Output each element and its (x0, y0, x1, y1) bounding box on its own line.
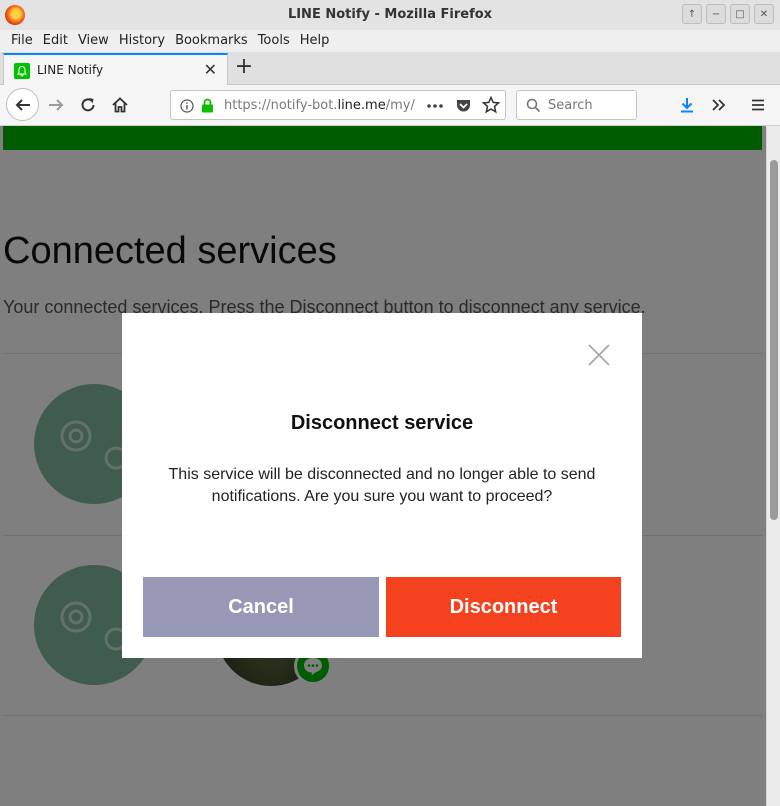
bookmark-star-icon[interactable] (482, 96, 500, 114)
overflow-menu-button[interactable] (707, 93, 731, 117)
tab-label: LINE Notify (37, 63, 104, 77)
menu-history[interactable]: History (114, 30, 170, 52)
search-icon (526, 98, 541, 113)
window-close-button[interactable]: ✕ (754, 4, 774, 24)
page-scrollbar[interactable] (766, 126, 780, 806)
tab-strip: LINE Notify ✕ + (0, 52, 780, 85)
menu-bar: File Edit View History Bookmarks Tools H… (0, 30, 780, 52)
reload-button[interactable] (76, 93, 100, 117)
home-icon (112, 97, 128, 113)
pocket-icon[interactable] (455, 97, 472, 114)
window-keep-above-button[interactable]: ↑ (682, 4, 702, 24)
home-button[interactable] (108, 93, 132, 117)
navigation-toolbar: https://notify-bot.line.me/my/ Search (0, 85, 780, 126)
forward-arrow-icon (49, 99, 64, 111)
line-bell-icon (14, 63, 30, 79)
disconnect-dialog: Disconnect service This service will be … (122, 313, 642, 658)
search-field[interactable]: Search (516, 90, 637, 120)
dialog-message: This service will be disconnected and no… (168, 466, 596, 505)
downloads-button[interactable] (675, 93, 699, 117)
forward-button[interactable] (44, 93, 68, 117)
menu-tools[interactable]: Tools (253, 30, 295, 52)
hamburger-menu-button[interactable] (746, 93, 770, 117)
window-maximize-button[interactable]: □ (730, 4, 750, 24)
menu-file[interactable]: File (6, 30, 38, 52)
tab-line-notify[interactable]: LINE Notify ✕ (3, 53, 228, 85)
url-text: https://notify-bot.line.me/my/ (224, 98, 415, 113)
reload-icon (81, 98, 95, 112)
menu-bookmarks[interactable]: Bookmarks (170, 30, 253, 52)
chevrons-right-icon (712, 99, 726, 111)
url-prefix: https://notify-bot. (224, 98, 338, 113)
info-icon[interactable] (180, 99, 194, 113)
search-placeholder: Search (548, 98, 593, 113)
new-tab-button[interactable]: + (232, 56, 256, 80)
back-button[interactable] (6, 88, 39, 121)
page-actions-icon[interactable] (426, 103, 444, 109)
window-titlebar: LINE Notify - Mozilla Firefox ↑ − □ ✕ (0, 0, 780, 30)
window-title: LINE Notify - Mozilla Firefox (287, 7, 493, 22)
url-path: /my/ (385, 98, 415, 113)
close-icon[interactable] (587, 343, 611, 367)
url-bar[interactable]: https://notify-bot.line.me/my/ (170, 90, 506, 120)
window-controls: ↑ − □ ✕ (682, 4, 774, 24)
dialog-title: Disconnect service (290, 412, 474, 434)
menu-view[interactable]: View (73, 30, 114, 52)
lock-icon (202, 98, 213, 113)
download-arrow-icon (681, 98, 693, 113)
cancel-button[interactable]: Cancel (143, 577, 379, 637)
hamburger-icon (752, 99, 764, 111)
menu-help[interactable]: Help (295, 30, 335, 52)
url-domain: line.me (337, 98, 386, 113)
disconnect-button[interactable]: Disconnect (386, 577, 621, 637)
back-arrow-icon (15, 98, 30, 111)
window-minimize-button[interactable]: − (706, 4, 726, 24)
menu-edit[interactable]: Edit (38, 30, 73, 52)
tab-close-icon[interactable]: ✕ (204, 60, 217, 79)
scrollbar-thumb[interactable] (770, 160, 778, 520)
